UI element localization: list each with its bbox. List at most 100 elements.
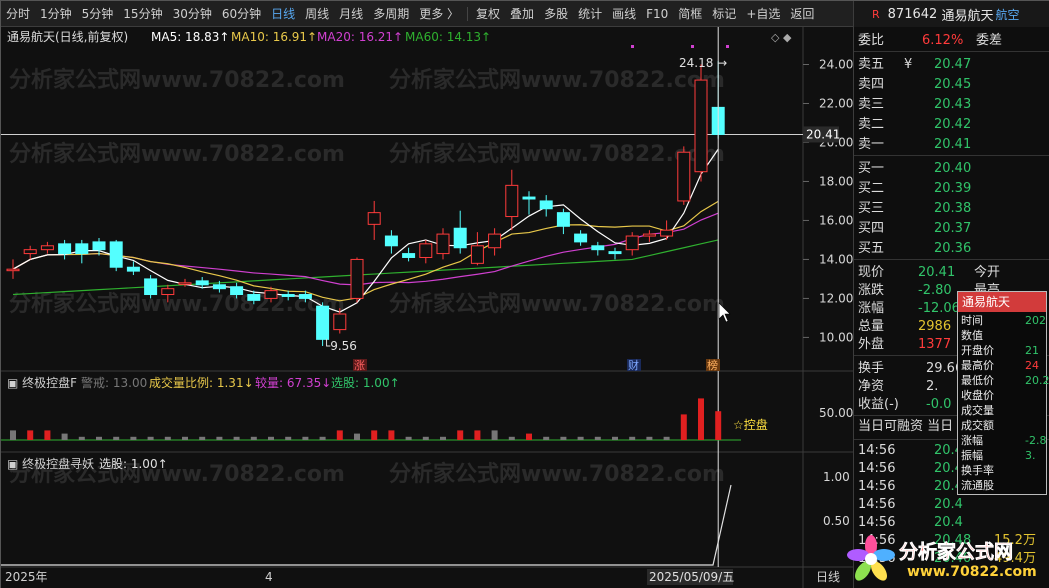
volume-bar: [440, 436, 446, 440]
toolbar-item[interactable]: 返回: [785, 1, 819, 27]
ind2-axis-1: 1.00: [823, 470, 850, 484]
toolbar-item[interactable]: 简框: [673, 1, 707, 27]
toolbar-item[interactable]: 统计: [573, 1, 607, 27]
tooltip-row: 流通股: [961, 479, 994, 493]
candle-body: [384, 235, 398, 247]
badge-bang-text: 榜: [707, 358, 718, 372]
tooltip-row: 振幅 3.: [961, 449, 1036, 463]
candle-body: [40, 245, 54, 251]
toolbar-item[interactable]: 多股: [539, 1, 573, 27]
toolbar-item[interactable]: 15分钟: [118, 1, 167, 27]
tooltip-row: 成交量: [961, 404, 994, 418]
toolbar-item[interactable]: 月线: [334, 1, 368, 27]
badge-cai-text: 财: [628, 358, 639, 372]
toolbar-item[interactable]: 30分钟: [168, 1, 217, 27]
volume-bar: [302, 436, 309, 440]
stat2-label: 换手: [858, 361, 885, 376]
volume-bar: [233, 436, 240, 440]
watermark-logo: 分析家公式网 www.70822.com: [837, 531, 1047, 587]
ask-label: 卖一: [858, 137, 885, 152]
stat2-value: -0.0: [926, 397, 952, 412]
stat-label: 现价: [858, 265, 885, 280]
ma10-value: MA10: 16.91↑: [231, 30, 317, 44]
toolbar-item[interactable]: 60分钟: [217, 1, 266, 27]
toolbar-item[interactable]: 画线: [607, 1, 641, 27]
tooltip-key: 换手率: [961, 464, 994, 477]
tick-time: 14:56: [858, 461, 896, 476]
volume-bar: [371, 430, 378, 440]
tooltip-val: 24: [1025, 359, 1039, 372]
candle-body: [264, 290, 278, 299]
toolbar-item[interactable]: 多周期: [368, 1, 414, 27]
tick-time: 14:56: [858, 515, 896, 530]
signal-dot: [726, 45, 729, 48]
ma20-value: MA20: 16.21↑: [317, 30, 403, 44]
tooltip-title: 通易航天: [958, 292, 1046, 312]
signal-dot: [631, 45, 634, 48]
ask-price: 20.47: [934, 57, 972, 72]
stock-header: R 871642 通易航天 航空: [854, 1, 1049, 27]
candle-body: [75, 243, 89, 255]
tooltip-key: 涨幅: [961, 434, 983, 447]
tooltip-row: 涨幅 -2.8: [961, 434, 1046, 448]
candle-body: [470, 245, 484, 264]
crosshair-tooltip: 通易航天 时间 202 数值 开盘价 21 最高价 24 最低价 20.2 收盘价 成交量 成交额 涨幅…: [957, 291, 1049, 495]
candle-body: [230, 286, 244, 296]
volume-bar: [663, 436, 670, 440]
candle-body: [608, 251, 622, 255]
candle-body: [144, 278, 158, 296]
toolbar-item[interactable]: 标记: [707, 1, 741, 27]
ind1-warn: 警戒: 13.00: [81, 375, 147, 390]
ask-label: 卖三: [858, 97, 885, 112]
volume-bar: [526, 433, 532, 440]
bid-label: 买四: [858, 221, 885, 236]
watermark-text: 分析家公式网www.70822.com: [9, 67, 345, 93]
toolbar-item[interactable]: 分时: [1, 1, 35, 27]
candle-body: [642, 233, 656, 237]
tooltip-key: 振幅: [961, 449, 983, 462]
candle-body: [591, 245, 605, 251]
x-label-month: 4: [265, 570, 273, 584]
toolbar-item[interactable]: 更多 〉: [414, 1, 464, 27]
tooltip-val: 21: [1025, 344, 1039, 357]
tick-time: 14:56: [858, 443, 896, 458]
candle-body: [281, 294, 295, 297]
toolbar-item[interactable]: 5分钟: [77, 1, 119, 27]
high-label: 24.18 →: [679, 56, 727, 70]
bid-label: 买二: [858, 181, 885, 196]
candle-body: [436, 233, 450, 255]
volume-bar: [96, 436, 102, 440]
candle-body: [660, 229, 674, 237]
toolbar-item[interactable]: 叠加: [505, 1, 539, 27]
ma5-value: MA5: 18.83↑: [151, 30, 229, 44]
ask-price: 20.42: [934, 117, 972, 132]
candle-body: [694, 79, 708, 173]
candle-body: [522, 196, 536, 200]
price-tick: 12.00: [819, 291, 853, 305]
toolbar-item[interactable]: 复权: [471, 1, 505, 27]
volume-bar: [543, 436, 550, 440]
ind1-ratio: 成交量比例: 1.31↓: [149, 375, 254, 390]
tooltip-key: 数值: [961, 329, 983, 342]
toolbar-item[interactable]: 日线: [266, 1, 300, 27]
candle-body: [126, 266, 140, 272]
toolbar-item[interactable]: 1分钟: [35, 1, 77, 27]
toolbar-item[interactable]: 周线: [300, 1, 334, 27]
sector-tag[interactable]: 航空: [995, 6, 1019, 23]
stat2-label: 净资: [858, 379, 885, 394]
volume-bar: [560, 436, 567, 440]
volume-bar: [491, 430, 498, 440]
volume-bar: [336, 430, 343, 440]
kline-chart[interactable]: 分析家公式网www.70822.com 分析家公式网www.70822.com 分析…: [1, 27, 853, 588]
ma60-value: MA60: 14.13↑: [405, 30, 491, 44]
tooltip-row: 成交额: [961, 419, 994, 433]
volume-bar: [457, 430, 464, 440]
tick-price: 20.4: [934, 497, 963, 512]
toolbar-item[interactable]: +自选: [741, 1, 785, 27]
volume-bar: [147, 436, 154, 440]
tooltip-row: 时间 202: [961, 314, 1046, 328]
tooltip-val: -2.8: [1025, 434, 1047, 447]
toolbar-item[interactable]: F10: [641, 1, 673, 27]
watermark-text: 分析家公式网www.70822.com: [9, 141, 345, 167]
bid-price: 20.36: [934, 241, 972, 256]
